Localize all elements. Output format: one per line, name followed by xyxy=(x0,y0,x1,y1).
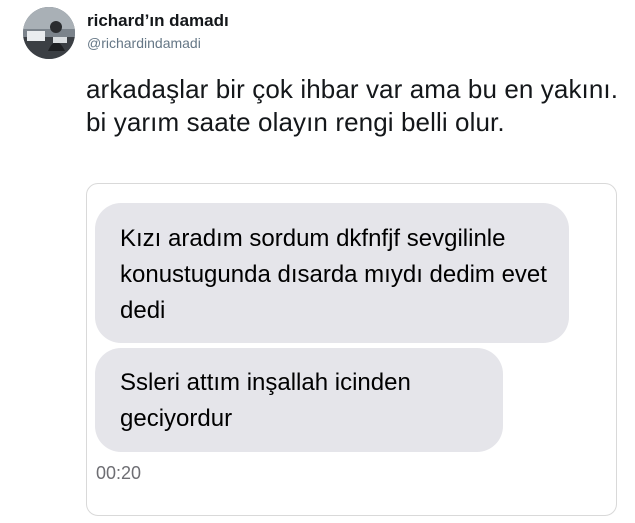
display-name[interactable]: richard’ın damadı xyxy=(87,11,229,31)
tweet-card: richard’ın damadı @richardindamadi arkad… xyxy=(0,0,635,523)
user-handle[interactable]: @richardindamadi xyxy=(87,35,201,51)
tweet-media-screenshot[interactable]: Kızı aradım sordum dkfnfjf sevgilinle ko… xyxy=(86,183,617,516)
avatar-photo-icon xyxy=(23,7,75,59)
message-bubble: Ssleri attım inşallah icinden geciyordur xyxy=(95,348,503,452)
message-bubble: Kızı aradım sordum dkfnfjf sevgilinle ko… xyxy=(95,203,569,343)
tweet-text: arkadaşlar bir çok ihbar var ama bu en y… xyxy=(86,74,619,137)
message-timestamp: 00:20 xyxy=(96,463,142,483)
avatar[interactable] xyxy=(23,7,75,59)
